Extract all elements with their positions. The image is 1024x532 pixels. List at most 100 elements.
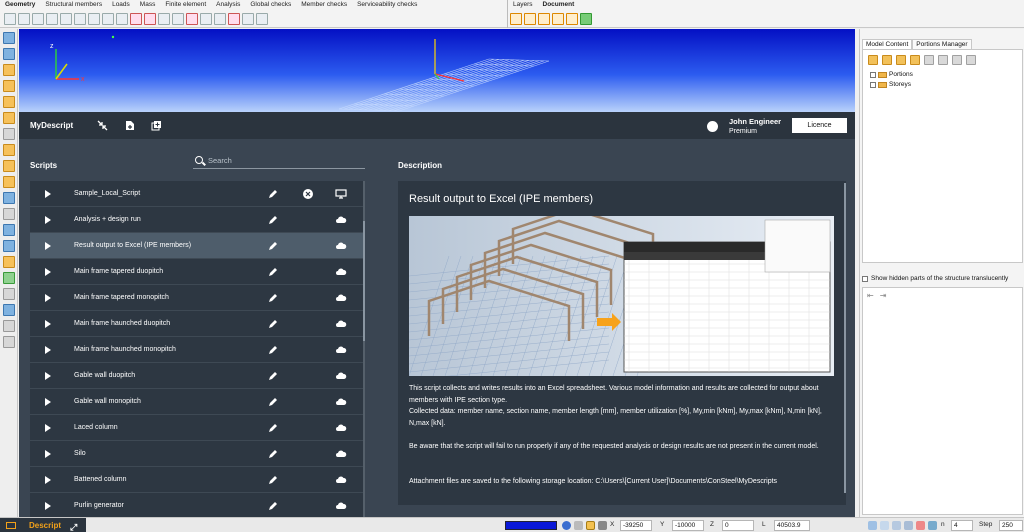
run-icon[interactable] (45, 242, 51, 250)
snap-icon[interactable] (574, 521, 583, 530)
report-icon[interactable] (524, 13, 536, 25)
collapse-icon[interactable] (97, 120, 108, 131)
dimension-tool-icon[interactable] (74, 13, 86, 25)
cloud-icon[interactable] (335, 422, 347, 434)
open-model-icon[interactable] (3, 80, 15, 92)
cloud-icon[interactable] (335, 448, 347, 460)
script-row[interactable]: Gable wall monopitch (30, 389, 365, 415)
descript-plugin-icon[interactable] (580, 13, 592, 25)
script-row[interactable]: Silo (30, 441, 365, 467)
descript-tab[interactable]: Descript ⤢ (0, 518, 86, 532)
edit-portion-icon[interactable] (896, 55, 906, 65)
result-icon[interactable] (3, 240, 15, 252)
undo-icon[interactable] (3, 48, 15, 60)
script-row[interactable]: Purlin generator (30, 493, 365, 517)
script-row[interactable]: Gable wall duopitch (30, 363, 365, 389)
tab-portions-manager[interactable]: Portions Manager (912, 39, 972, 49)
rotate-tool-icon[interactable] (172, 13, 184, 25)
export-icon[interactable] (566, 13, 578, 25)
new-portion-icon[interactable] (868, 55, 878, 65)
chart-icon[interactable] (3, 304, 15, 316)
view-icon[interactable] (3, 128, 15, 140)
remove-portion-icon[interactable] (924, 55, 934, 65)
document-icon[interactable] (3, 208, 15, 220)
check-icon[interactable] (3, 256, 15, 268)
move-tool-icon[interactable] (116, 13, 128, 25)
new-script-icon[interactable] (124, 120, 135, 131)
description-scrollbar[interactable] (844, 183, 846, 493)
run-icon[interactable] (45, 294, 51, 302)
edit-icon[interactable] (267, 266, 279, 278)
mesh-icon[interactable] (3, 192, 15, 204)
script-row[interactable]: Result output to Excel (IPE members) (30, 233, 365, 259)
length-field[interactable]: 40503.9 (774, 520, 810, 531)
cloud-icon[interactable] (335, 396, 347, 408)
tab-finite-element[interactable]: Finite element (160, 0, 211, 10)
settings-icon[interactable] (510, 13, 522, 25)
load-icon[interactable] (3, 176, 15, 188)
tab-mass[interactable]: Mass (135, 0, 161, 10)
grid-tool-icon[interactable] (60, 13, 72, 25)
circle-tool-icon[interactable] (32, 13, 44, 25)
save-icon[interactable] (3, 32, 15, 44)
text-tool-icon[interactable] (256, 13, 268, 25)
tab-document[interactable]: Document (538, 0, 580, 10)
licence-button[interactable]: Licence (792, 118, 847, 133)
edit-icon[interactable] (267, 474, 279, 486)
endpoint-snap-icon[interactable] (916, 521, 925, 530)
run-icon[interactable] (45, 346, 51, 354)
cloud-icon[interactable] (335, 318, 347, 330)
folder-open-icon[interactable] (552, 13, 564, 25)
script-row[interactable]: Analysis + design run (30, 207, 365, 233)
tab-loads[interactable]: Loads (107, 0, 135, 10)
color-indicator[interactable] (505, 521, 557, 530)
settings-small-icon[interactable] (598, 521, 607, 530)
x-coordinate-field[interactable]: -39250 (620, 520, 652, 531)
run-icon[interactable] (45, 502, 51, 510)
intersect-tool-icon[interactable] (186, 13, 198, 25)
copy-portion-icon[interactable] (910, 55, 920, 65)
edit-icon[interactable] (267, 214, 279, 226)
run-icon[interactable] (45, 476, 51, 484)
run-icon[interactable] (45, 320, 51, 328)
z-coordinate-field[interactable]: 0 (722, 520, 754, 531)
script-row[interactable]: Main frame tapered monopitch (30, 285, 365, 311)
help-icon[interactable] (3, 336, 15, 348)
cloud-icon[interactable] (335, 344, 347, 356)
run-icon[interactable] (45, 190, 51, 198)
edit-icon[interactable] (267, 292, 279, 304)
refresh-portion-icon[interactable] (938, 55, 948, 65)
show-hidden-checkbox[interactable] (862, 275, 868, 282)
edit-icon[interactable] (267, 422, 279, 434)
tab-global-checks[interactable]: Global checks (245, 0, 296, 10)
transform-tool-icon[interactable] (102, 13, 114, 25)
tab-structural-members[interactable]: Structural members (40, 0, 107, 10)
perpendicular-snap-icon[interactable] (904, 521, 913, 530)
grid-snap-icon[interactable] (868, 521, 877, 530)
portions-checkbox[interactable] (870, 71, 876, 78)
filter-icon[interactable] (3, 144, 15, 156)
node-snap-icon[interactable] (880, 521, 889, 530)
ortho-icon[interactable] (586, 521, 595, 530)
cloud-icon[interactable] (335, 474, 347, 486)
edit-icon[interactable] (267, 344, 279, 356)
cloud-icon[interactable] (335, 292, 347, 304)
run-icon[interactable] (45, 424, 51, 432)
cloud-icon[interactable] (335, 266, 347, 278)
run-icon[interactable] (45, 372, 51, 380)
tree-node-portions[interactable]: Portions (870, 71, 913, 78)
script-row[interactable]: Laced column (30, 415, 365, 441)
y-coordinate-field[interactable]: -10000 (672, 520, 704, 531)
mirror-tool-icon[interactable] (200, 13, 212, 25)
edit-icon[interactable] (267, 240, 279, 252)
run-icon[interactable] (45, 450, 51, 458)
edit-icon[interactable] (267, 448, 279, 460)
tab-layers[interactable]: Layers (508, 0, 538, 10)
section-icon[interactable] (3, 112, 15, 124)
scrollbar-thumb[interactable] (363, 221, 365, 341)
edit-icon[interactable] (267, 396, 279, 408)
folder-icon[interactable] (538, 13, 550, 25)
script-row[interactable]: Sample_Local_Script (30, 181, 365, 207)
cut-tool-icon[interactable] (130, 13, 142, 25)
globe-icon[interactable] (562, 521, 571, 530)
